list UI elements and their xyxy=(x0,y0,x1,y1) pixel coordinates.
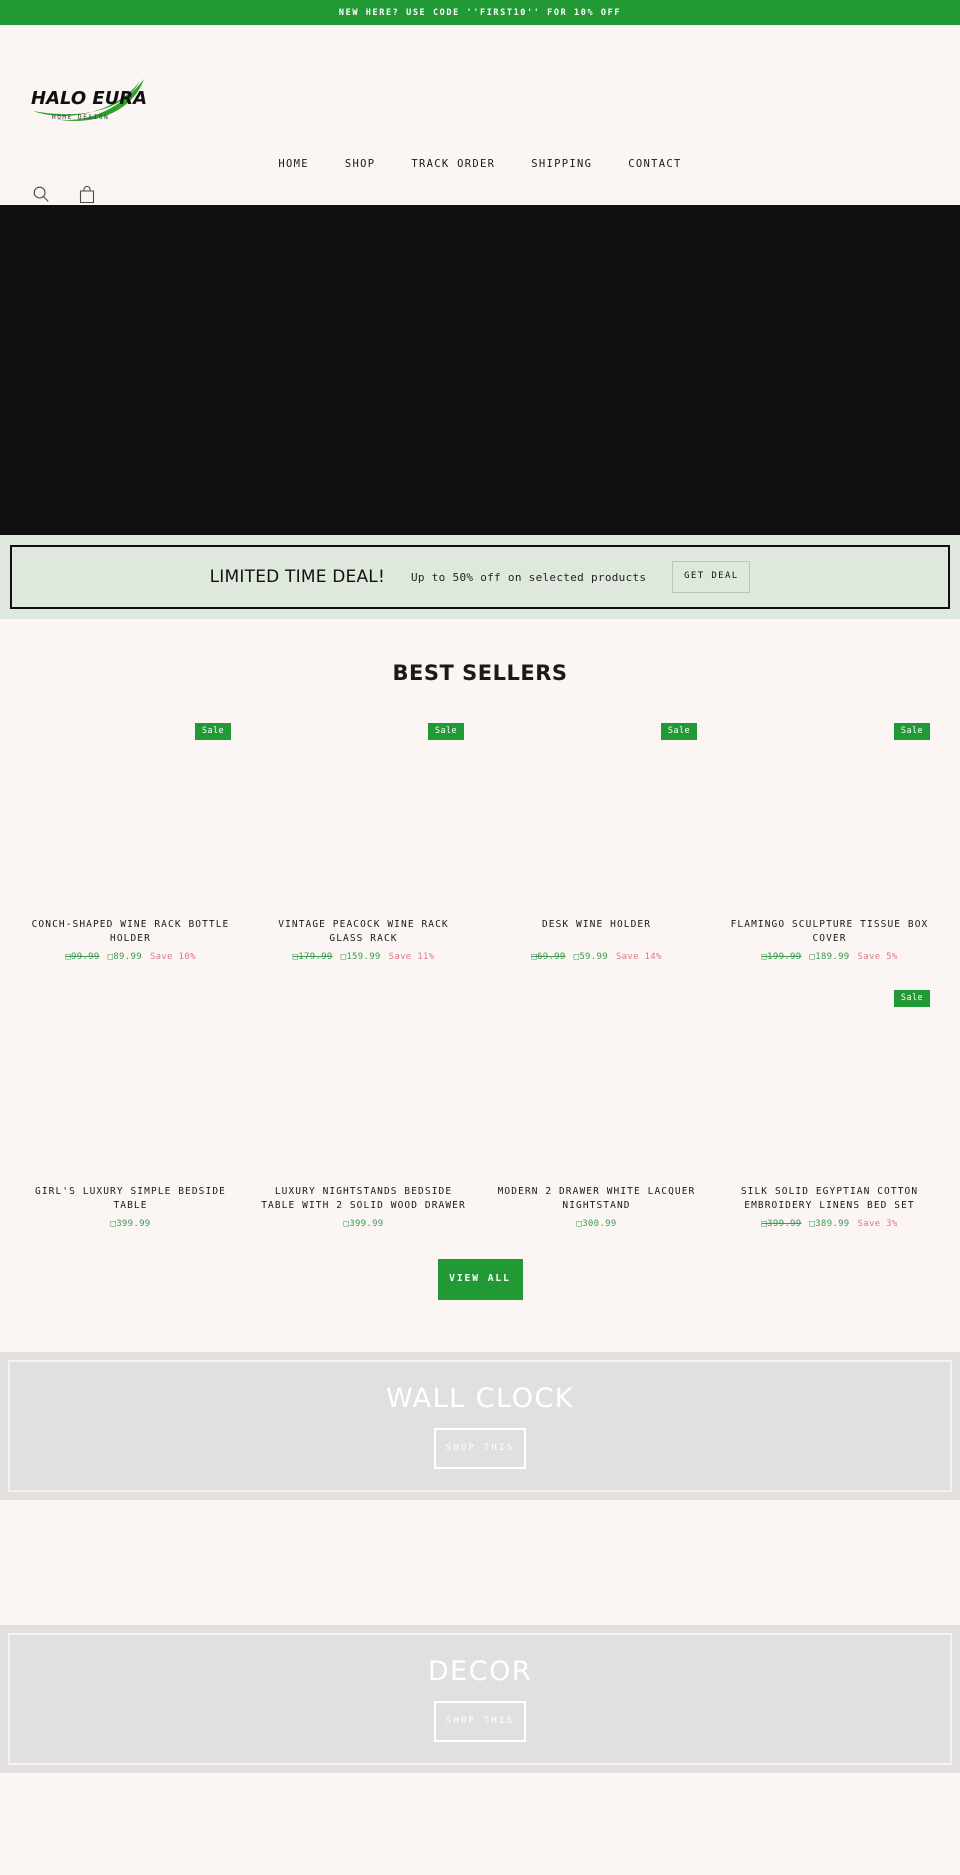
price-original: □99.99 xyxy=(65,952,100,962)
deal-title: LIMITED TIME DEAL! xyxy=(209,567,385,587)
shop-this-button[interactable]: SHOP THIS xyxy=(434,1700,526,1742)
collection-inner: WALL CLOCK SHOP THIS xyxy=(8,1359,952,1492)
svg-text:HALO EURA: HALO EURA xyxy=(31,88,147,109)
price-original: □69.99 xyxy=(531,952,566,962)
logo-graphic: HALO EURA HOME DESIGN xyxy=(31,79,147,121)
product-card[interactable]: Sale VINTAGE PEACOCK WINE RACK GLASS RAC… xyxy=(247,707,480,974)
collection-title: WALL CLOCK xyxy=(385,1382,575,1414)
product-card[interactable]: Sale FLAMINGO SCULPTURE TISSUE BOX COVER… xyxy=(713,707,946,974)
sale-badge: Sale xyxy=(893,723,930,740)
product-image[interactable]: Sale xyxy=(727,717,932,912)
shop-this-button[interactable]: SHOP THIS xyxy=(434,1427,526,1469)
product-title: GIRL'S LUXURY SIMPLE BEDSIDE TABLE xyxy=(35,1186,226,1211)
product-image[interactable] xyxy=(261,984,466,1179)
product-price: □399.99 xyxy=(261,1219,466,1229)
price-original: □199.99 xyxy=(761,952,802,962)
product-title: MODERN 2 DRAWER WHITE LACQUER NIGHTSTAND xyxy=(497,1186,696,1211)
nav-item-track-order[interactable]: TRACK ORDER xyxy=(393,158,513,170)
product-card[interactable]: LUXURY NIGHTSTANDS BEDSIDE TABLE WITH 2 … xyxy=(247,974,480,1241)
cart-button[interactable] xyxy=(76,183,98,205)
product-card[interactable]: Sale SILK SOLID EGYPTIAN COTTON EMBROIDE… xyxy=(713,974,946,1241)
sale-badge: Sale xyxy=(660,723,697,740)
announcement-text: NEW HERE? USE CODE ''FIRST10'' FOR 10% O… xyxy=(338,7,622,18)
price-original: □179.99 xyxy=(292,952,333,962)
product-image[interactable] xyxy=(28,984,233,1179)
product-card[interactable]: Sale CONCH-SHAPED WINE RACK BOTTLE HOLDE… xyxy=(14,707,247,974)
price-current: □189.99 xyxy=(809,952,850,962)
product-price: □99.99 □89.99 Save 10% xyxy=(28,952,233,962)
price-original: □399.99 xyxy=(761,1219,802,1229)
product-grid: Sale CONCH-SHAPED WINE RACK BOTTLE HOLDE… xyxy=(0,707,960,1241)
product-price: □199.99 □189.99 Save 5% xyxy=(727,952,932,962)
announcement-bar: NEW HERE? USE CODE ''FIRST10'' FOR 10% O… xyxy=(0,0,960,25)
product-price: □300.99 xyxy=(494,1219,699,1229)
price-current: □300.99 xyxy=(576,1219,617,1229)
product-title: DESK WINE HOLDER xyxy=(541,919,652,930)
price-savings: Save 11% xyxy=(388,952,435,962)
product-price: □69.99 □59.99 Save 14% xyxy=(494,952,699,962)
price-current: □399.99 xyxy=(343,1219,384,1229)
collection-banner-decor[interactable]: DECOR SHOP THIS xyxy=(0,1624,960,1773)
price-current: □399.99 xyxy=(110,1219,151,1229)
hero-banner[interactable] xyxy=(0,205,960,535)
nav-item-shipping[interactable]: SHIPPING xyxy=(513,158,610,170)
product-price: □399.99 □389.99 Save 3% xyxy=(727,1219,932,1229)
product-price: □179.99 □159.99 Save 11% xyxy=(261,952,466,962)
price-current: □389.99 xyxy=(809,1219,850,1229)
site-logo[interactable]: HALO EURA HOME DESIGN xyxy=(28,67,158,127)
product-title: CONCH-SHAPED WINE RACK BOTTLE HOLDER xyxy=(31,919,230,944)
limited-time-deal-section: LIMITED TIME DEAL! Up to 50% off on sele… xyxy=(0,535,960,619)
price-savings: Save 14% xyxy=(615,952,662,962)
deal-box: LIMITED TIME DEAL! Up to 50% off on sele… xyxy=(10,545,950,609)
product-title: SILK SOLID EGYPTIAN COTTON EMBROIDERY LI… xyxy=(740,1186,919,1211)
search-icon xyxy=(33,186,49,202)
section-title-best-sellers: BEST SELLERS xyxy=(392,661,568,685)
product-image[interactable] xyxy=(494,984,699,1179)
view-all-wrapper: VIEW ALL xyxy=(0,1259,960,1300)
product-image[interactable]: Sale xyxy=(727,984,932,1179)
shopping-bag-icon xyxy=(79,185,95,203)
price-savings: Save 3% xyxy=(857,1219,898,1229)
svg-text:HOME DESIGN: HOME DESIGN xyxy=(52,114,109,121)
sale-badge: Sale xyxy=(427,723,464,740)
header-utilities xyxy=(30,183,98,205)
best-sellers-section: BEST SELLERS Sale CONCH-SHAPED WINE RACK… xyxy=(0,619,960,1352)
price-current: □59.99 xyxy=(573,952,608,962)
deal-subtitle: Up to 50% off on selected products xyxy=(410,570,647,584)
product-title: FLAMINGO SCULPTURE TISSUE BOX COVER xyxy=(730,919,929,944)
product-title: LUXURY NIGHTSTANDS BEDSIDE TABLE WITH 2 … xyxy=(261,1186,466,1211)
nav-item-contact[interactable]: CONTACT xyxy=(610,158,699,170)
main-navigation: HOME SHOP TRACK ORDER SHIPPING CONTACT xyxy=(0,158,960,170)
collection-title: DECOR xyxy=(427,1655,533,1687)
product-card[interactable]: MODERN 2 DRAWER WHITE LACQUER NIGHTSTAND… xyxy=(480,974,713,1241)
product-card[interactable]: GIRL'S LUXURY SIMPLE BEDSIDE TABLE □399.… xyxy=(14,974,247,1241)
product-price: □399.99 xyxy=(28,1219,233,1229)
nav-item-shop[interactable]: SHOP xyxy=(327,158,394,170)
nav-item-home[interactable]: HOME xyxy=(260,158,327,170)
product-title: VINTAGE PEACOCK WINE RACK GLASS RACK xyxy=(278,919,449,944)
site-header: HALO EURA HOME DESIGN HOME SHOP TRACK OR… xyxy=(0,25,960,205)
section-spacer xyxy=(0,1499,960,1625)
sale-badge: Sale xyxy=(194,723,231,740)
collection-inner: DECOR SHOP THIS xyxy=(8,1632,952,1765)
product-image[interactable]: Sale xyxy=(261,717,466,912)
price-current: □89.99 xyxy=(107,952,142,962)
price-savings: Save 10% xyxy=(149,952,196,962)
view-all-button[interactable]: VIEW ALL xyxy=(437,1259,523,1300)
sale-badge: Sale xyxy=(893,990,930,1007)
product-card[interactable]: Sale DESK WINE HOLDER □69.99 □59.99 Save… xyxy=(480,707,713,974)
product-image[interactable]: Sale xyxy=(28,717,233,912)
collection-banner-wall-clock[interactable]: WALL CLOCK SHOP THIS xyxy=(0,1351,960,1500)
search-button[interactable] xyxy=(30,183,52,205)
price-savings: Save 5% xyxy=(857,952,898,962)
price-current: □159.99 xyxy=(340,952,381,962)
get-deal-button[interactable]: GET DEAL xyxy=(672,561,751,593)
product-image[interactable]: Sale xyxy=(494,717,699,912)
